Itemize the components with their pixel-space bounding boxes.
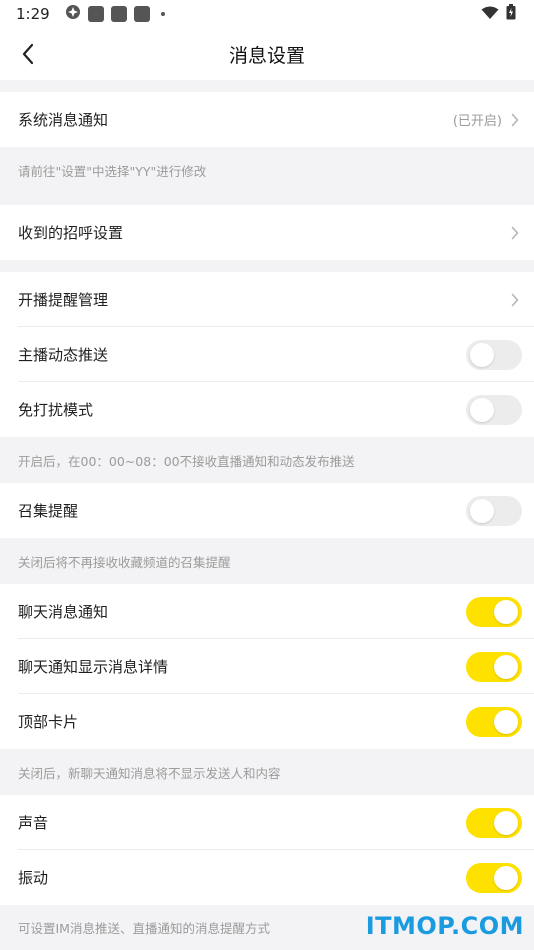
battery-icon bbox=[506, 4, 516, 24]
more-notifications-icon bbox=[160, 12, 165, 16]
toggle-knob bbox=[494, 654, 518, 679]
toggle-knob bbox=[494, 709, 518, 734]
chat-note: 关闭后，新聊天通知消息将不显示发送人和内容 bbox=[0, 749, 534, 795]
top-card-row: 顶部卡片 bbox=[0, 694, 534, 749]
chat-notify-row: 聊天消息通知 bbox=[0, 584, 534, 639]
row-label: 聊天通知显示消息详情 bbox=[18, 658, 169, 676]
watermark: ITMOP.COM bbox=[365, 912, 524, 940]
row-label: 聊天消息通知 bbox=[18, 603, 109, 621]
sound-row: 声音 bbox=[0, 795, 534, 850]
dnd-note: 开启后，在00：00~08：00不接收直播通知和动态发布推送 bbox=[0, 437, 534, 483]
vibrate-row: 振动 bbox=[0, 850, 534, 905]
section-gap bbox=[0, 260, 534, 272]
anchor-push-toggle[interactable] bbox=[466, 339, 522, 370]
top-card-toggle[interactable] bbox=[466, 706, 522, 737]
status-time: 1:29 bbox=[16, 5, 50, 23]
chat-detail-row: 聊天通知显示消息详情 bbox=[0, 639, 534, 694]
status-bar: 1:29 bbox=[0, 0, 534, 28]
toggle-knob bbox=[494, 599, 518, 624]
title-bar: 消息设置 bbox=[0, 28, 534, 80]
notification-icon bbox=[87, 6, 104, 22]
app-notification-icon bbox=[65, 4, 81, 24]
row-label: 召集提醒 bbox=[18, 502, 79, 520]
chevron-left-icon bbox=[22, 43, 34, 65]
sound-toggle[interactable] bbox=[466, 807, 522, 838]
live-reminder-row[interactable]: 开播提醒管理 bbox=[0, 272, 534, 327]
row-label: 收到的招呼设置 bbox=[18, 224, 124, 242]
back-button[interactable] bbox=[10, 36, 46, 72]
toggle-knob bbox=[470, 498, 494, 523]
dnd-row: 免打扰模式 bbox=[0, 382, 534, 437]
toggle-knob bbox=[470, 342, 494, 367]
chat-detail-toggle[interactable] bbox=[466, 651, 522, 682]
wifi-icon bbox=[481, 5, 499, 24]
toggle-knob bbox=[470, 397, 494, 422]
toggle-knob bbox=[494, 865, 518, 890]
anchor-push-row: 主播动态推送 bbox=[0, 327, 534, 382]
section-gap bbox=[0, 80, 534, 92]
summon-toggle[interactable] bbox=[466, 495, 522, 526]
chevron-right-icon bbox=[508, 293, 522, 307]
chevron-right-icon bbox=[508, 113, 522, 127]
row-label: 免打扰模式 bbox=[18, 401, 94, 419]
notification-icon bbox=[133, 6, 150, 22]
vibrate-toggle[interactable] bbox=[466, 862, 522, 893]
greeting-settings-row[interactable]: 收到的招呼设置 bbox=[0, 205, 534, 260]
system-notify-row[interactable]: 系统消息通知 (已开启) bbox=[0, 92, 534, 147]
summon-row: 召集提醒 bbox=[0, 483, 534, 538]
section-gap bbox=[0, 193, 534, 205]
chat-notify-toggle[interactable] bbox=[466, 596, 522, 627]
system-notify-note: 请前往"设置"中选择"YY"进行修改 bbox=[0, 147, 534, 193]
row-label: 声音 bbox=[18, 814, 49, 832]
row-label: 顶部卡片 bbox=[18, 713, 79, 731]
system-notify-status: (已开启) bbox=[452, 114, 502, 129]
page-title: 消息设置 bbox=[228, 44, 305, 67]
dnd-toggle[interactable] bbox=[466, 394, 522, 425]
row-label: 振动 bbox=[18, 869, 49, 887]
chevron-right-icon bbox=[508, 226, 522, 240]
summon-note: 关闭后将不再接收收藏频道的召集提醒 bbox=[0, 538, 534, 584]
toggle-knob bbox=[494, 810, 518, 835]
row-label: 开播提醒管理 bbox=[18, 291, 109, 309]
row-label: 系统消息通知 bbox=[18, 111, 109, 129]
row-label: 主播动态推送 bbox=[18, 346, 109, 364]
notification-icon bbox=[110, 6, 127, 22]
